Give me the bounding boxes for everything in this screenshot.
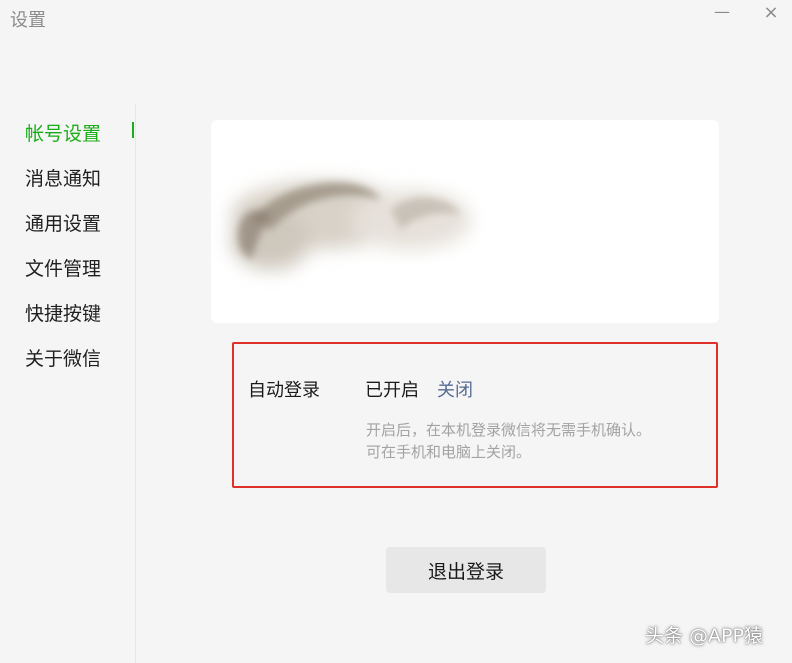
description-line-2: 可在手机和电脑上关闭。 (366, 443, 532, 461)
auto-login-highlight-box (232, 342, 718, 488)
sidebar-item-notifications[interactable]: 消息通知 (0, 155, 136, 200)
blurred-profile-image (231, 181, 471, 270)
minimize-button[interactable]: — (712, 2, 732, 21)
logout-button[interactable]: 退出登录 (386, 547, 546, 593)
settings-sidebar: 帐号设置 消息通知 通用设置 文件管理 快捷按键 关于微信 (0, 110, 136, 380)
auto-login-disable-link[interactable]: 关闭 (437, 376, 473, 402)
profile-card (211, 120, 719, 323)
sidebar-item-general[interactable]: 通用设置 (0, 200, 136, 245)
sidebar-item-label: 帐号设置 (25, 123, 102, 145)
sidebar-item-label: 关于微信 (25, 348, 102, 370)
close-button[interactable]: × (761, 2, 781, 23)
active-indicator (132, 122, 134, 138)
sidebar-item-files[interactable]: 文件管理 (0, 245, 136, 290)
sidebar-item-about[interactable]: 关于微信 (0, 335, 136, 380)
sidebar-item-label: 通用设置 (25, 213, 102, 235)
sidebar-item-label: 消息通知 (25, 168, 102, 190)
sidebar-item-label: 快捷按键 (25, 303, 102, 325)
watermark-text: 头条 @APP猿 (645, 625, 763, 647)
sidebar-item-shortcuts[interactable]: 快捷按键 (0, 290, 136, 335)
auto-login-status: 已开启 (365, 380, 419, 401)
auto-login-description: 开启后，在本机登录微信将无需手机确认。 可在手机和电脑上关闭。 (366, 419, 706, 463)
description-line-1: 开启后，在本机登录微信将无需手机确认。 (366, 421, 652, 439)
window-title: 设置 (10, 10, 46, 31)
sidebar-item-account[interactable]: 帐号设置 (0, 110, 136, 155)
sidebar-item-label: 文件管理 (25, 258, 102, 280)
auto-login-label: 自动登录 (248, 380, 320, 401)
